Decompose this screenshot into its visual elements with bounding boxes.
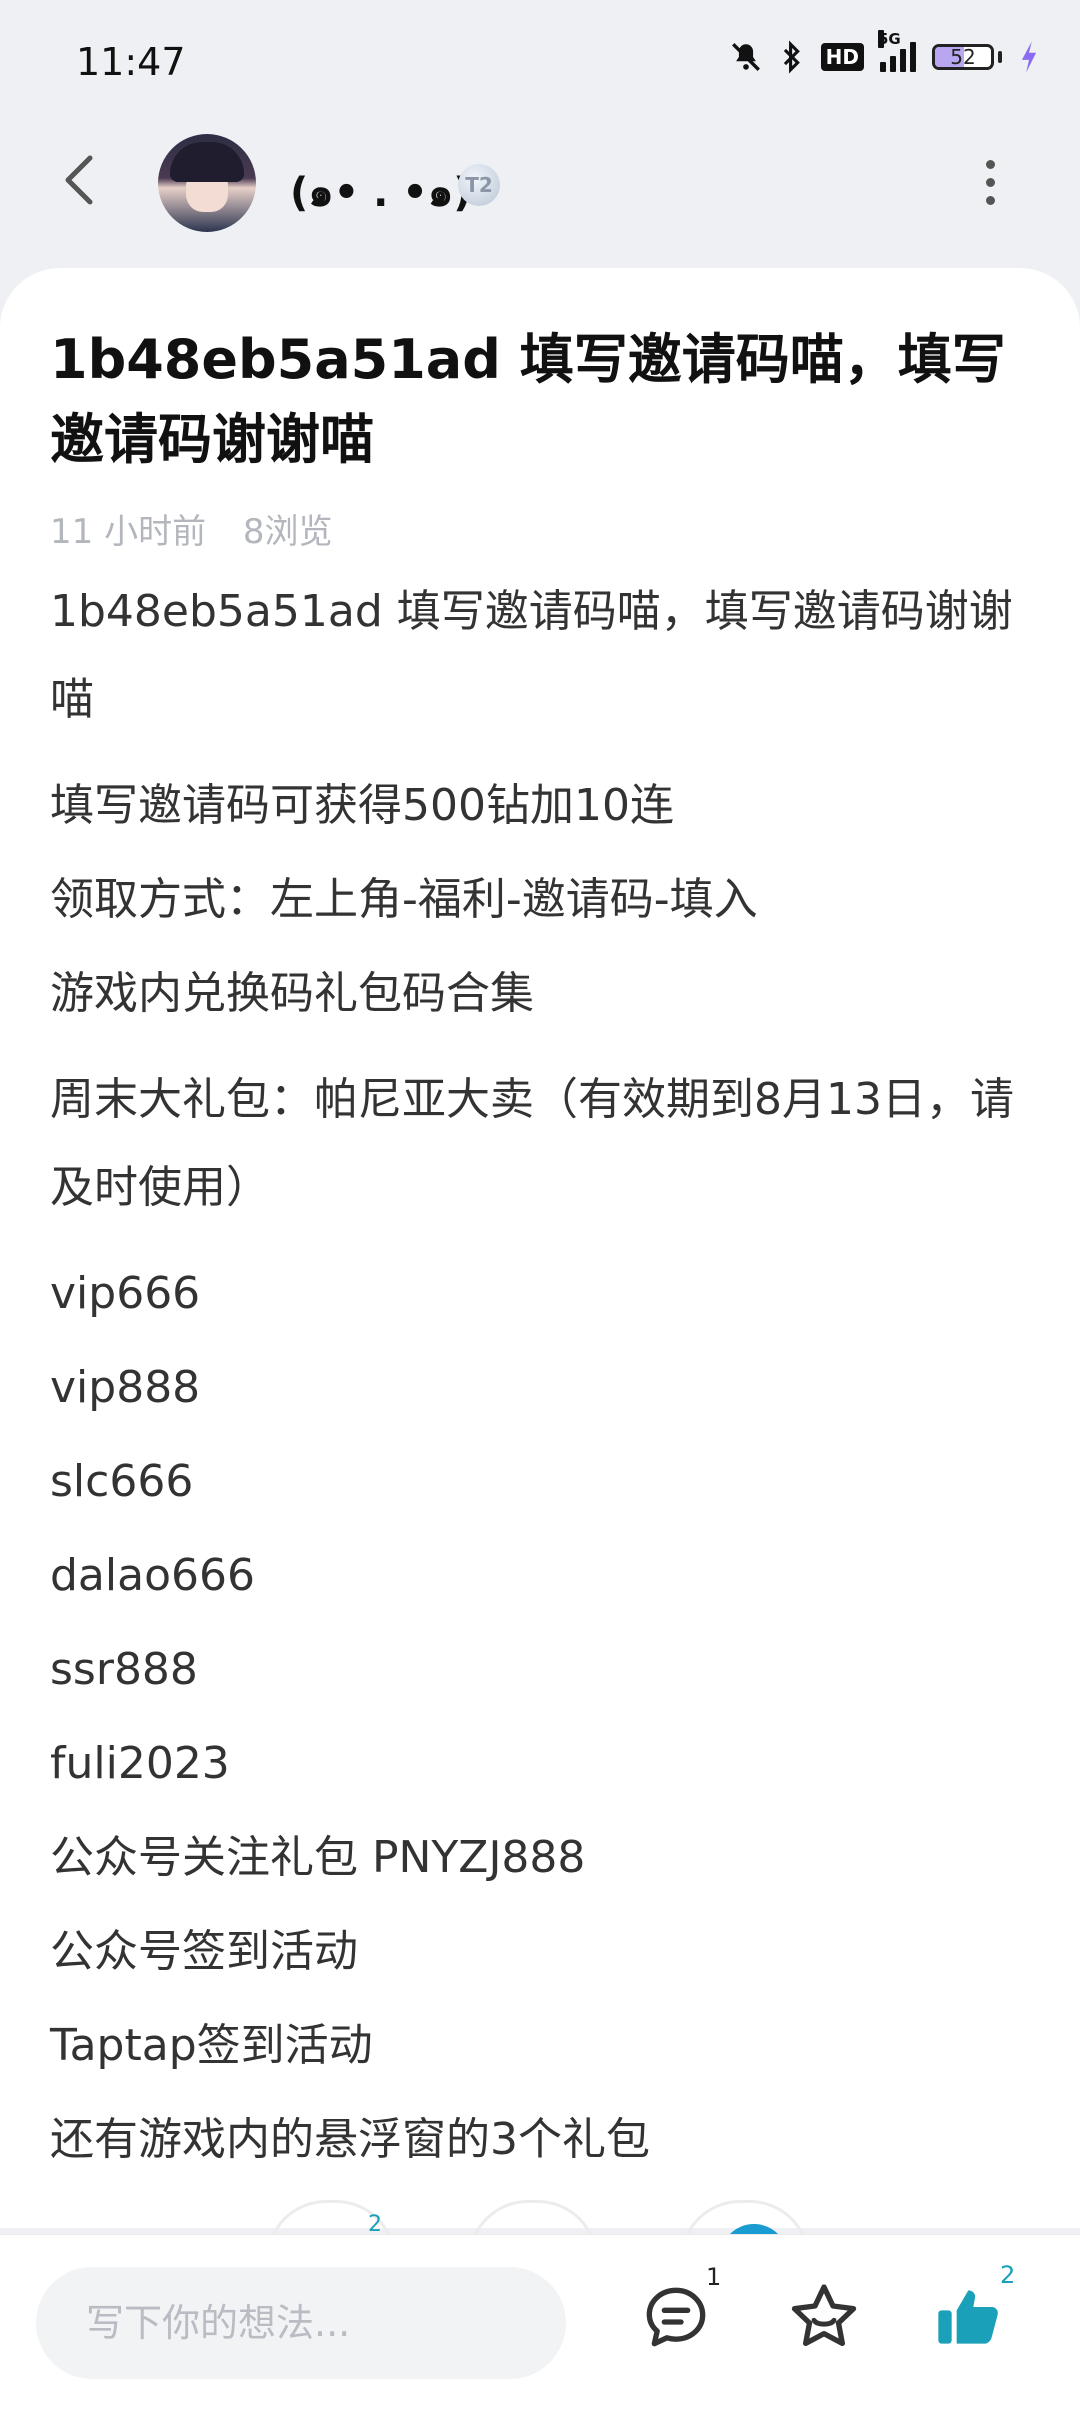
- favorite-button[interactable]: [784, 2277, 864, 2357]
- post-paragraph: 1b48eb5a51ad 填写邀请码喵，填写邀请码谢谢喵: [50, 586, 1013, 725]
- post-body: 1b48eb5a51ad 填写邀请码喵，填写邀请码谢谢喵 填写邀请码可获得500…: [50, 568, 1035, 2202]
- post-paragraph: Taptap签到活动: [50, 2020, 373, 2071]
- post-meta: 11 小时前 8浏览: [50, 504, 359, 553]
- post-views: 8浏览: [242, 512, 333, 552]
- status-time: 11:47: [76, 40, 186, 84]
- post-paragraph: 领取方式：左上角-福利-邀请码-填入: [50, 874, 758, 925]
- post-paragraph: 周末大礼包：帕尼亚大卖（有效期到8月13日，请及时使用）: [50, 1074, 1014, 1213]
- comment-icon: [646, 2287, 706, 2347]
- back-arrow-icon: [65, 155, 93, 205]
- post-paragraph: slc666: [50, 1456, 194, 1507]
- author-name[interactable]: (๑• . •๑): [290, 160, 472, 224]
- status-icons: HD 5G 52: [729, 30, 1040, 74]
- post-paragraph: 公众号关注礼包 PNYZJ888: [50, 1832, 586, 1883]
- post-paragraph: ssr888: [50, 1644, 198, 1695]
- avatar[interactable]: [158, 134, 256, 232]
- post-paragraph: fuli2023: [50, 1738, 230, 1789]
- thumbs-up-icon: [938, 2290, 998, 2344]
- post-paragraph: 公众号签到活动: [50, 1926, 358, 1977]
- battery-icon: 52: [932, 44, 994, 70]
- post-paragraph: 游戏内兑换码礼包码合集: [50, 968, 534, 1019]
- post-title: 1b48eb5a51ad 填写邀请码喵，填写邀请码谢谢喵: [50, 328, 1006, 471]
- battery-cap: [998, 51, 1002, 63]
- status-bar: 11:47 HD 5G 52: [0, 0, 1080, 120]
- like-count: 2: [1000, 2261, 1016, 2289]
- back-button[interactable]: [56, 150, 106, 210]
- post-paragraph: dalao666: [50, 1550, 255, 1601]
- comment-count: 1: [706, 2263, 722, 2291]
- hd-icon: HD: [820, 43, 864, 71]
- charging-icon: [1018, 40, 1040, 74]
- more-options-button[interactable]: [980, 160, 1000, 210]
- post-paragraph: vip888: [50, 1362, 201, 1413]
- post-paragraph: 填写邀请码可获得500钻加10连: [50, 780, 674, 831]
- level-badge: T2: [458, 164, 500, 206]
- comment-button[interactable]: [636, 2277, 716, 2357]
- comment-input[interactable]: 写下你的想法...: [36, 2267, 566, 2379]
- like-button[interactable]: [930, 2277, 1010, 2357]
- mute-icon: [729, 40, 763, 74]
- post-paragraph: 还有游戏内的悬浮窗的3个礼包: [50, 2114, 650, 2165]
- bluetooth-icon: [779, 40, 805, 74]
- star-icon: [791, 2284, 857, 2346]
- post-time: 11 小时前: [50, 512, 207, 552]
- post-header: (๑• . •๑) T2: [0, 120, 1080, 270]
- signal-icon: 5G: [878, 30, 916, 72]
- post-paragraph: vip666: [50, 1268, 201, 1319]
- bottom-action-bar: 写下你的想法... 1 2: [0, 2234, 1080, 2415]
- post-card: 1b48eb5a51ad 填写邀请码喵，填写邀请码谢谢喵 11 小时前 8浏览 …: [0, 268, 1080, 2228]
